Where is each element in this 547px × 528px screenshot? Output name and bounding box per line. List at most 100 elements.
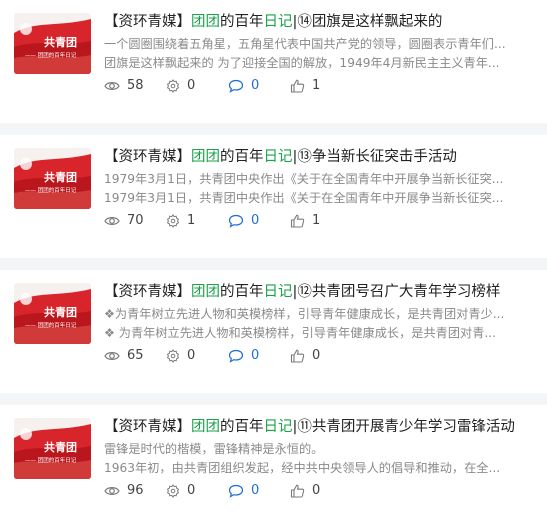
gear-icon xyxy=(166,78,180,93)
thumbnail-subtitle: —— 团团的百年日记 xyxy=(25,323,77,329)
gear-icon xyxy=(166,213,180,228)
thumbs-up-icon xyxy=(290,349,305,363)
article-title[interactable]: 【资环青媒】团团的百年日记|⑭团旗是这样飘起来的 xyxy=(104,11,537,33)
likes-b-stat[interactable]: 0 xyxy=(290,483,352,498)
likes-b-count: 1 xyxy=(312,213,321,228)
summary-line: 团旗是这样飘起来的 为了迎接全国的解放，1949年4月新民主主义青年... xyxy=(104,56,500,70)
article-feed: 共青团 —— 团团的百年日记 【资环青媒】团团的百年日记|⑭团旗是这样飘起来的 … xyxy=(0,0,547,528)
article-thumbnail[interactable]: 共青团 —— 团团的百年日记 xyxy=(14,13,91,74)
views-stat: 65 xyxy=(104,348,166,363)
title-rest: |⑬争当新长征突击手活动 xyxy=(292,149,457,165)
article-title[interactable]: 【资环青媒】团团的百年日记|⑬争当新长征突击手活动 xyxy=(104,146,537,168)
thumbnail-title: 共青团 xyxy=(44,441,77,454)
title-rest: |⑭团旗是这样飘起来的 xyxy=(292,14,443,30)
likes-a-stat[interactable]: 0 xyxy=(166,348,228,363)
title-rest: |⑫共青团号召广大青年学习榜样 xyxy=(292,284,501,300)
gear-icon xyxy=(166,483,180,498)
article-content: 【资环青媒】团团的百年日记|⑭团旗是这样飘起来的 一个圆圈围绕着五角星，五角星代… xyxy=(104,11,537,73)
article-card[interactable]: 共青团 —— 团团的百年日记 【资环青媒】团团的百年日记|⑪共青团开展青少年学习… xyxy=(0,405,547,528)
article-stats: 58 0 0 1 xyxy=(104,78,352,93)
comment-icon xyxy=(228,214,244,228)
article-card[interactable]: 共青团 —— 团团的百年日记 【资环青媒】团团的百年日记|⑫共青团号召广大青年学… xyxy=(0,270,547,393)
likes-b-count: 0 xyxy=(312,348,321,363)
comments-stat[interactable]: 0 xyxy=(228,348,290,363)
comments-stat[interactable]: 0 xyxy=(228,213,290,228)
likes-a-stat[interactable]: 0 xyxy=(166,483,228,498)
gear-icon xyxy=(166,348,180,363)
title-rest: |⑪共青团开展青少年学习雷锋活动 xyxy=(292,419,515,435)
likes-b-stat[interactable]: 1 xyxy=(290,78,352,93)
title-highlight: 日记 xyxy=(263,149,293,165)
likes-a-stat[interactable]: 1 xyxy=(166,213,228,228)
summary-line: 雷锋是时代的楷模，雷锋精神是永恒的。 xyxy=(104,442,324,456)
comments-stat[interactable]: 0 xyxy=(228,483,290,498)
title-prefix: 【资环青媒】 xyxy=(104,14,191,30)
summary-line: 一个圆圈围绕着五角星，五角星代表中国共产党的领导，圆圈表示青年们... xyxy=(104,37,506,51)
summary-line: 1963年初，由共青团组织发起，经中共中央领导人的倡导和推动，在全... xyxy=(104,461,501,475)
title-highlight: 日记 xyxy=(263,419,293,435)
comment-icon xyxy=(228,484,244,498)
article-content: 【资环青媒】团团的百年日记|⑫共青团号召广大青年学习榜样 ❖为青年树立先进人物和… xyxy=(104,281,537,343)
article-summary: ❖为青年树立先进人物和英模榜样，引导青年健康成长，是共青团对青少... ❖ 为青… xyxy=(104,305,537,343)
title-highlight: 团团 xyxy=(191,14,220,30)
likes-b-stat[interactable]: 0 xyxy=(290,348,352,363)
title-mid: 的百年 xyxy=(220,149,264,165)
summary-line: ❖ 为青年树立先进人物和英模榜样，引导青年健康成长，是共青团对青... xyxy=(104,326,497,340)
views-count: 96 xyxy=(127,483,144,498)
thumbs-up-icon xyxy=(290,79,305,93)
title-mid: 的百年 xyxy=(220,419,264,435)
article-stats: 96 0 0 0 xyxy=(104,483,352,498)
likes-b-count: 0 xyxy=(312,483,321,498)
article-content: 【资环青媒】团团的百年日记|⑪共青团开展青少年学习雷锋活动 雷锋是时代的楷模，雷… xyxy=(104,416,537,478)
thumbnail-subtitle: —— 团团的百年日记 xyxy=(25,188,77,194)
title-highlight: 日记 xyxy=(263,284,293,300)
title-mid: 的百年 xyxy=(220,14,264,30)
comments-stat[interactable]: 0 xyxy=(228,78,290,93)
likes-a-stat[interactable]: 0 xyxy=(166,78,228,93)
article-thumbnail[interactable]: 共青团 —— 团团的百年日记 xyxy=(14,148,91,209)
likes-b-stat[interactable]: 1 xyxy=(290,213,352,228)
comment-icon xyxy=(228,79,244,93)
comments-count: 0 xyxy=(251,483,260,498)
views-count: 65 xyxy=(127,348,144,363)
views-stat: 70 xyxy=(104,213,166,228)
title-prefix: 【资环青媒】 xyxy=(104,419,191,435)
likes-a-count: 0 xyxy=(187,483,196,498)
likes-a-count: 0 xyxy=(187,78,196,93)
article-card[interactable]: 共青团 —— 团团的百年日记 【资环青媒】团团的百年日记|⑬争当新长征突击手活动… xyxy=(0,135,547,258)
thumbnail-title: 共青团 xyxy=(44,171,77,184)
views-count: 70 xyxy=(127,213,144,228)
title-highlight: 团团 xyxy=(191,419,220,435)
comments-count: 0 xyxy=(251,348,260,363)
thumbnail-subtitle: —— 团团的百年日记 xyxy=(25,53,77,59)
article-title[interactable]: 【资环青媒】团团的百年日记|⑫共青团号召广大青年学习榜样 xyxy=(104,281,537,303)
article-summary: 一个圆圈围绕着五角星，五角星代表中国共产党的领导，圆圈表示青年们... 团旗是这… xyxy=(104,35,537,73)
title-highlight: 团团 xyxy=(191,149,220,165)
eye-icon xyxy=(104,81,120,90)
views-stat: 96 xyxy=(104,483,166,498)
summary-line: 1979年3月1日，共青团中央作出《关于在全国青年中开展争当新长征突... xyxy=(104,191,504,205)
article-thumbnail[interactable]: 共青团 —— 团团的百年日记 xyxy=(14,283,91,344)
title-mid: 的百年 xyxy=(220,284,264,300)
article-title[interactable]: 【资环青媒】团团的百年日记|⑪共青团开展青少年学习雷锋活动 xyxy=(104,416,537,438)
summary-line: 1979年3月1日，共青团中央作出《关于在全国青年中开展争当新长征突... xyxy=(104,172,504,186)
thumbnail-title: 共青团 xyxy=(44,306,77,319)
article-card[interactable]: 共青团 —— 团团的百年日记 【资环青媒】团团的百年日记|⑭团旗是这样飘起来的 … xyxy=(0,0,547,123)
title-prefix: 【资环青媒】 xyxy=(104,284,191,300)
eye-icon xyxy=(104,216,120,225)
eye-icon xyxy=(104,486,120,495)
comments-count: 0 xyxy=(251,78,260,93)
likes-a-count: 1 xyxy=(187,213,196,228)
thumbnail-title: 共青团 xyxy=(44,36,77,49)
title-prefix: 【资环青媒】 xyxy=(104,149,191,165)
views-stat: 58 xyxy=(104,78,166,93)
likes-a-count: 0 xyxy=(187,348,196,363)
article-thumbnail[interactable]: 共青团 —— 团团的百年日记 xyxy=(14,418,91,479)
comment-icon xyxy=(228,349,244,363)
thumbs-up-icon xyxy=(290,484,305,498)
thumbs-up-icon xyxy=(290,214,305,228)
summary-line: ❖为青年树立先进人物和英模榜样，引导青年健康成长，是共青团对青少... xyxy=(104,307,505,321)
eye-icon xyxy=(104,351,120,360)
thumbnail-subtitle: —— 团团的百年日记 xyxy=(25,458,77,464)
title-highlight: 日记 xyxy=(263,14,293,30)
